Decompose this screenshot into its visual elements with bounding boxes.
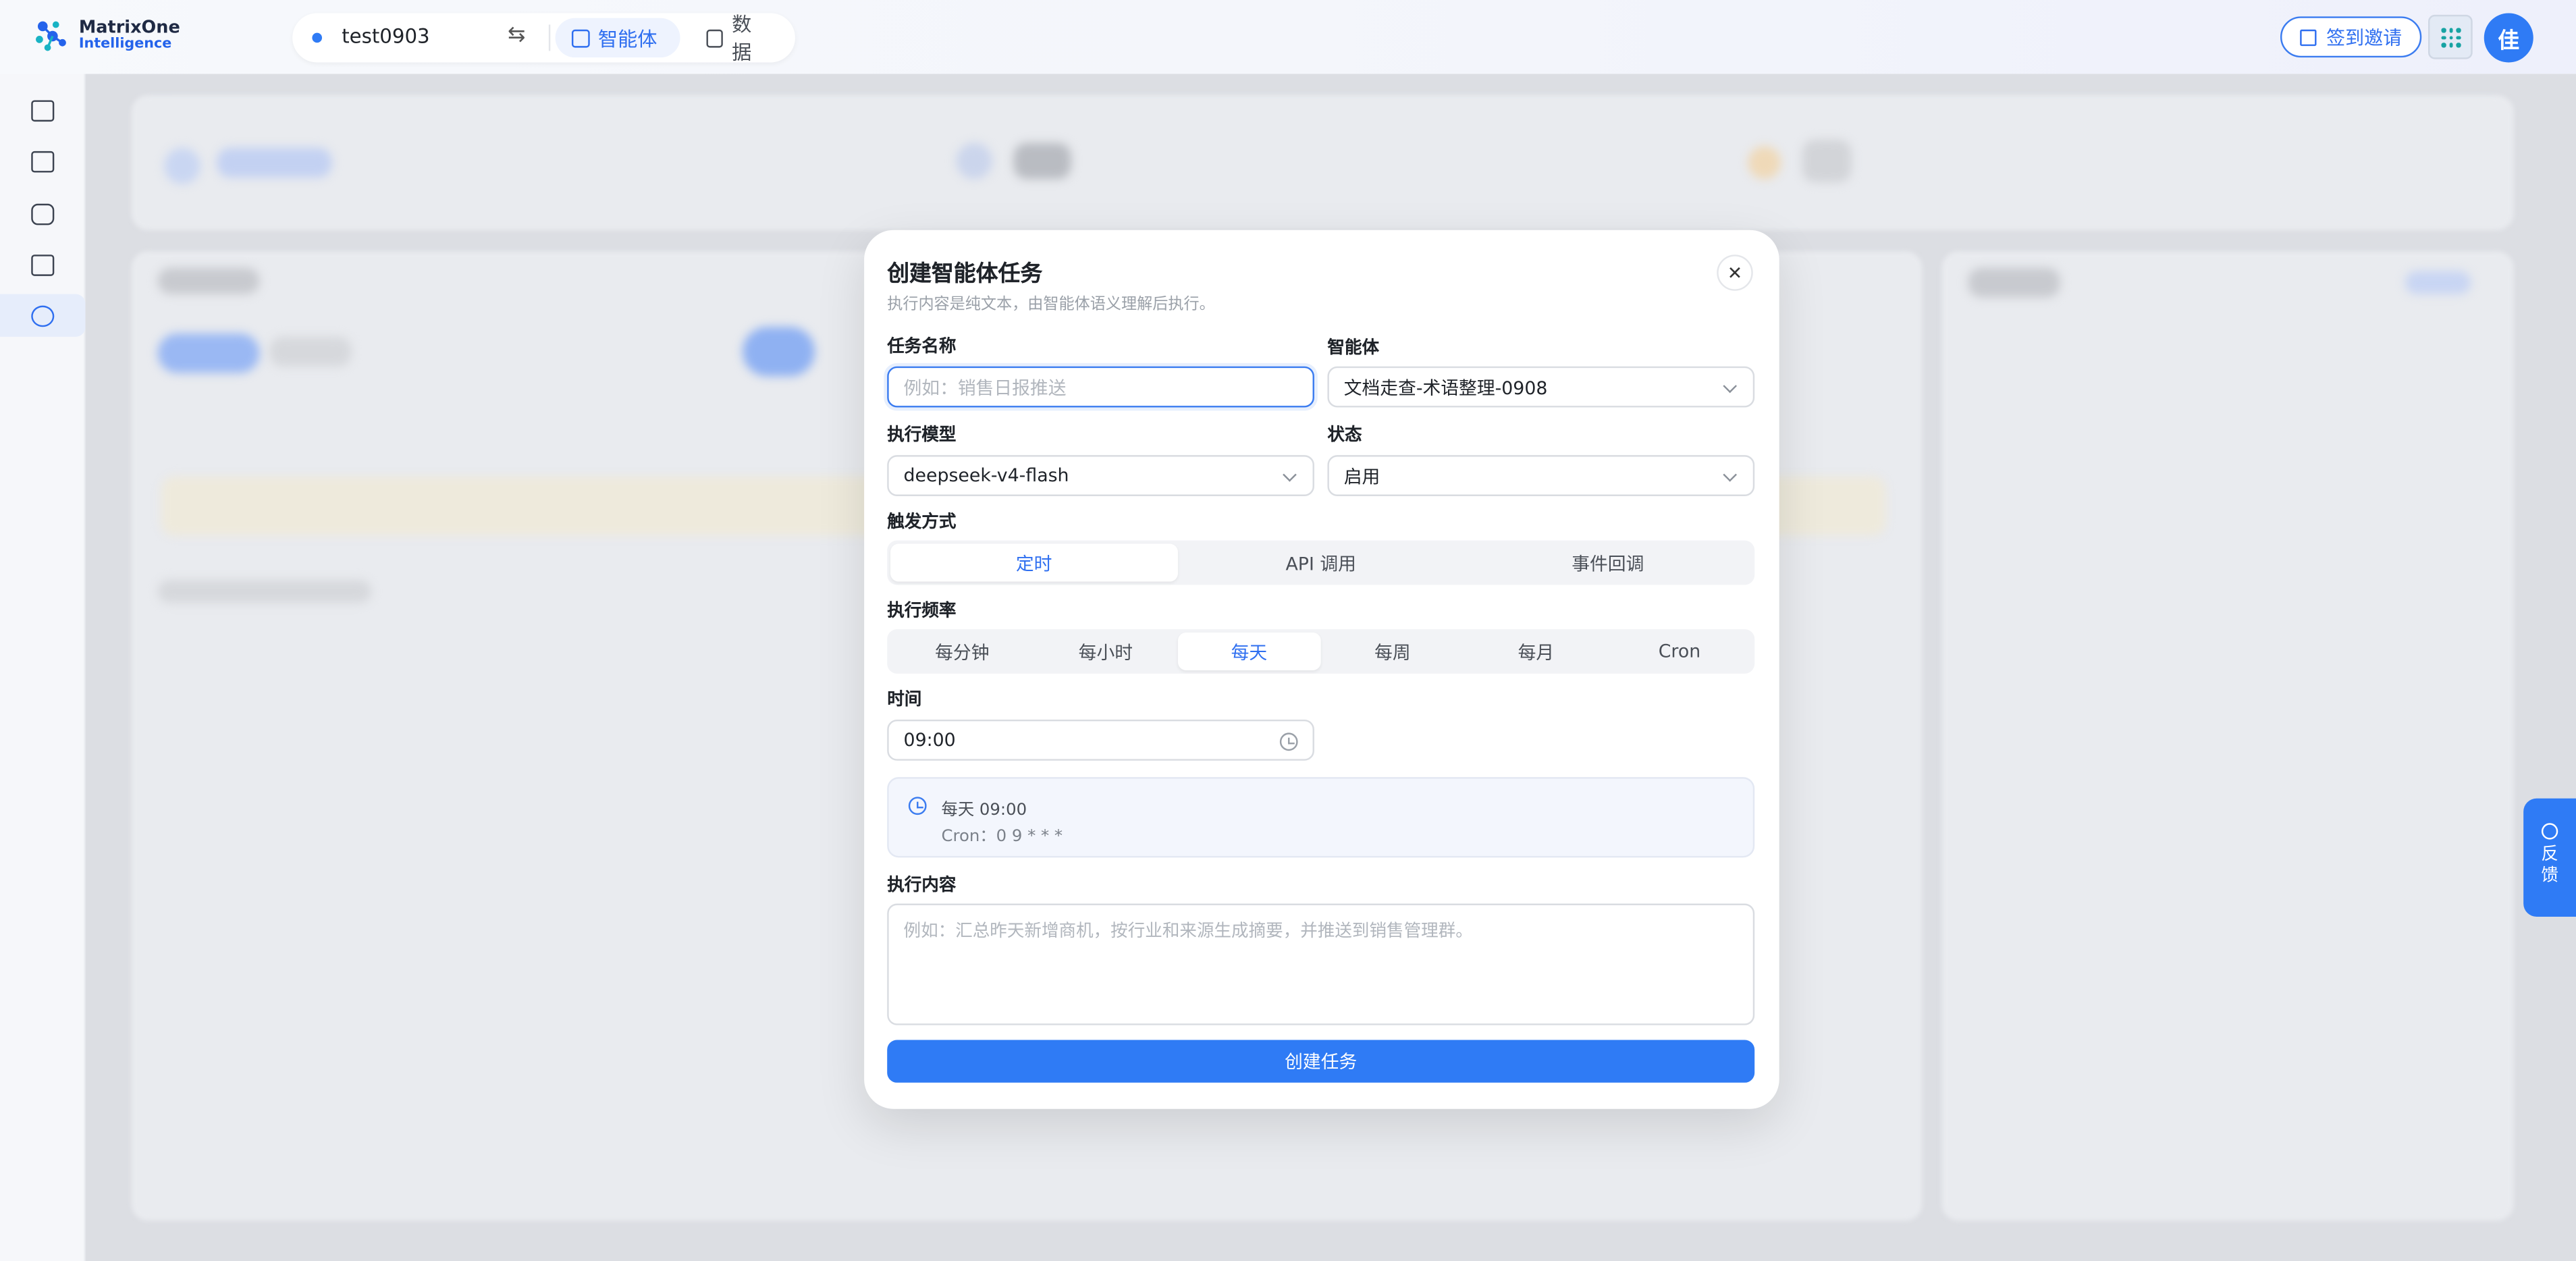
cron-expression-text: Cron：0 9 * * * [941, 828, 1063, 847]
modal-subtitle: 执行内容是纯文本，由智能体语义理解后执行。 [887, 296, 1215, 314]
rail-item-toggle-sidebar[interactable] [0, 88, 86, 131]
model-value: deepseek-v4-flash [903, 464, 1069, 487]
time-label: 时间 [887, 690, 922, 710]
bg-side-card [1941, 251, 2514, 1221]
tab-data[interactable]: 数据 [690, 13, 785, 64]
trigger-option-api[interactable]: API 调用 [1177, 544, 1464, 582]
workspace-switcher: test0903 ⇆ 智能体 数据 [292, 13, 795, 64]
status-label: 状态 [1327, 425, 1362, 446]
frequency-option-week[interactable]: 每周 [1321, 633, 1465, 670]
left-rail [0, 74, 86, 1261]
chat-bubble-icon [2541, 823, 2558, 840]
trigger-option-schedule[interactable]: 定时 [890, 543, 1178, 582]
feedback-button[interactable]: 反 馈 [2523, 798, 2576, 917]
agent-icon [571, 28, 590, 47]
frequency-option-minute[interactable]: 每分钟 [890, 633, 1034, 670]
chevron-down-icon [1283, 468, 1297, 482]
task-name-placeholder: 例如：销售日报推送 [903, 377, 1067, 399]
close-button[interactable]: ✕ [1717, 254, 1753, 291]
new-chat-icon [31, 150, 55, 172]
apps-grid-button[interactable] [2428, 14, 2473, 59]
frequency-label: 执行频率 [887, 601, 957, 621]
sidebar-toggle-icon [31, 99, 55, 121]
workspace-status-dot [312, 32, 323, 43]
robot-icon [31, 203, 55, 225]
feedback-label-1: 反 [2541, 844, 2558, 865]
rail-item-apps[interactable] [0, 243, 86, 286]
model-label: 执行模型 [887, 425, 957, 446]
gift-icon [2300, 28, 2317, 45]
model-select[interactable]: deepseek-v4-flash [887, 455, 1314, 496]
tab-agents-label: 智能体 [597, 27, 658, 51]
app-logo[interactable]: MatrixOne Intelligence [33, 15, 181, 57]
content-textarea[interactable]: 例如：汇总昨天新增商机，按行业和来源生成摘要，并推送到销售管理群。 [887, 903, 1755, 1025]
create-task-modal: 创建智能体任务 执行内容是纯文本，由智能体语义理解后执行。 ✕ 任务名称 例如：… [864, 230, 1779, 1109]
bg-stats-card [131, 95, 2514, 230]
agent-value: 文档走查-术语整理-0908 [1343, 377, 1548, 399]
chevron-down-icon [1723, 379, 1738, 394]
grid-dots-icon [2441, 28, 2461, 48]
logo-line-1: MatrixOne [78, 18, 180, 38]
workspace-name[interactable]: test0903 [342, 25, 429, 48]
user-avatar[interactable]: 佳 [2484, 13, 2533, 63]
trigger-segmented-control: 定时 API 调用 事件回调 [887, 540, 1755, 585]
content-placeholder: 例如：汇总昨天新增商机，按行业和来源生成摘要，并推送到销售管理群。 [903, 921, 1473, 942]
status-value: 启用 [1343, 465, 1380, 487]
data-icon [706, 28, 724, 47]
frequency-segmented-control: 每分钟 每小时 每天 每周 每月 Cron [887, 629, 1755, 674]
frequency-option-month[interactable]: 每月 [1464, 633, 1608, 670]
rail-item-scheduled-tasks[interactable] [0, 294, 86, 337]
time-picker[interactable]: 09:00 [887, 719, 1314, 761]
task-name-label: 任务名称 [887, 336, 957, 357]
rail-item-agents[interactable] [0, 192, 86, 235]
clock-icon [908, 797, 927, 815]
apps-icon [31, 254, 55, 275]
agent-label: 智能体 [1327, 338, 1380, 358]
time-value: 09:00 [903, 729, 956, 751]
create-task-button[interactable]: 创建任务 [887, 1040, 1755, 1083]
feedback-label-2: 馈 [2541, 865, 2558, 886]
matrixone-logo-icon [33, 18, 70, 55]
clock-icon [1279, 732, 1298, 751]
close-icon: ✕ [1727, 262, 1743, 284]
status-select[interactable]: 启用 [1327, 455, 1755, 496]
top-header: MatrixOne Intelligence test0903 ⇆ 智能体 数据… [0, 0, 2576, 74]
logo-line-2: Intelligence [78, 36, 172, 53]
invite-button[interactable]: 签到邀请 [2280, 16, 2422, 58]
tab-data-label: 数据 [732, 13, 752, 64]
modal-title: 创建智能体任务 [887, 261, 1043, 288]
task-name-input[interactable]: 例如：销售日报推送 [887, 366, 1314, 408]
frequency-option-hour[interactable]: 每小时 [1034, 633, 1178, 670]
trigger-label: 触发方式 [887, 512, 957, 533]
agent-select[interactable]: 文档走查-术语整理-0908 [1327, 366, 1755, 408]
rail-item-new-chat[interactable] [0, 140, 86, 182]
schedule-summary-text: 每天 09:00 [941, 801, 1027, 820]
schedule-summary: 每天 09:00 Cron：0 9 * * * [887, 777, 1755, 858]
tab-agents[interactable]: 智能体 [555, 18, 680, 58]
frequency-option-day[interactable]: 每天 [1177, 632, 1321, 670]
frequency-option-cron[interactable]: Cron [1608, 633, 1752, 670]
alarm-clock-icon [31, 304, 55, 327]
swap-workspace-icon[interactable]: ⇆ [508, 23, 526, 48]
invite-label: 签到邀请 [2326, 25, 2403, 49]
content-label: 执行内容 [887, 876, 957, 896]
divider [548, 24, 551, 51]
chevron-down-icon [1723, 468, 1738, 482]
trigger-option-event[interactable]: 事件回调 [1464, 544, 1751, 582]
